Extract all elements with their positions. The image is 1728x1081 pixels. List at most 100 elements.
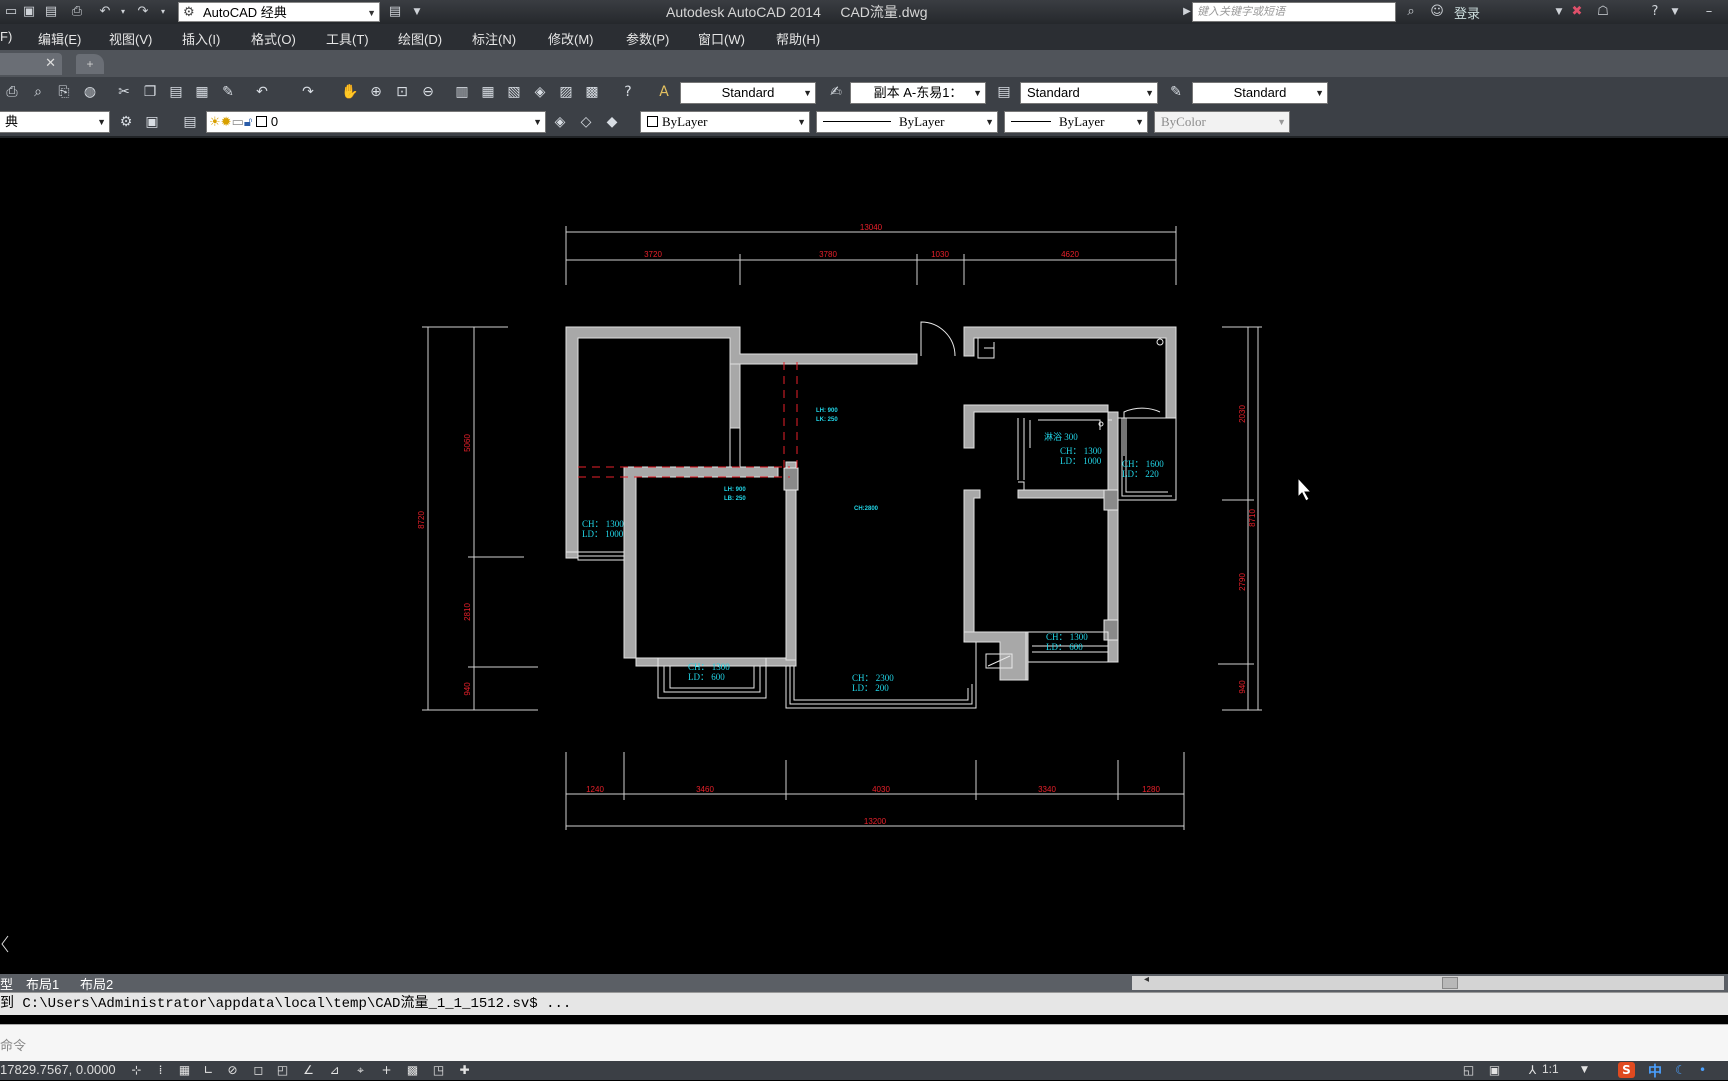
linetype-select[interactable]: ByLayer ▼ — [816, 111, 998, 133]
ime-logo-icon[interactable]: S — [1618, 1062, 1635, 1078]
save-as-icon[interactable]: ▤ — [42, 3, 60, 21]
snap-mode-icon[interactable]: ⁞ — [152, 1062, 169, 1078]
exchange-icon[interactable]: ✖ — [1568, 3, 1586, 21]
zoom-window-icon[interactable]: ⊡ — [392, 82, 412, 102]
file-tab[interactable]: ✕ — [0, 53, 62, 75]
menu-format[interactable]: 格式(O) — [251, 29, 296, 48]
tab-model[interactable]: 型 — [0, 974, 13, 993]
menu-view[interactable]: 视图(V) — [109, 29, 152, 48]
quick-view-layouts-icon[interactable]: ▣ — [1486, 1062, 1503, 1078]
calculator-icon[interactable]: ▩ — [582, 82, 602, 102]
menu-window[interactable]: 窗口(W) — [698, 29, 745, 48]
menu-draw[interactable]: 绘图(D) — [398, 29, 442, 48]
menu-dimension[interactable]: 标注(N) — [472, 29, 516, 48]
close-icon[interactable]: ✕ — [45, 55, 56, 71]
ime-punctuation-icon[interactable]: • — [1694, 1062, 1711, 1078]
cut-icon[interactable]: ✂ — [114, 82, 134, 102]
save-icon[interactable]: ▣ — [20, 3, 38, 21]
object-snap-tracking-icon[interactable]: ∠ — [300, 1062, 317, 1078]
lineweight-display-icon[interactable]: + — [378, 1062, 395, 1078]
pan-icon[interactable]: ✋ — [340, 82, 360, 102]
redo-icon[interactable]: ↷ — [134, 3, 152, 21]
match-properties-icon[interactable]: ▦ — [192, 82, 212, 102]
tab-layout1[interactable]: 布局1 — [26, 974, 59, 993]
user-icon[interactable]: ☺ — [1428, 3, 1446, 21]
object-snap-icon[interactable]: ◻ — [250, 1062, 267, 1078]
annotation-scale[interactable]: 1:1 — [1542, 1062, 1559, 1076]
help-icon[interactable]: ? — [1646, 3, 1664, 21]
tool-palettes-icon[interactable]: ▧ — [504, 82, 524, 102]
text-style-icon[interactable]: A — [654, 82, 674, 102]
help-dropdown-icon[interactable]: ▼ — [1666, 3, 1684, 21]
ime-moon-icon[interactable]: ☾ — [1672, 1062, 1689, 1078]
ortho-mode-icon[interactable]: ∟ — [200, 1062, 217, 1078]
chevron-down-icon[interactable]: ▼ — [1576, 1062, 1593, 1078]
command-input[interactable]: 命令 — [0, 1024, 1728, 1065]
minimize-icon[interactable]: – — [1700, 3, 1718, 21]
undo-dropdown-icon[interactable]: ▾ — [114, 3, 132, 21]
3d-object-snap-icon[interactable]: ◰ — [274, 1062, 291, 1078]
workspace-short-select[interactable]: 典 ▼ — [0, 111, 110, 133]
redo-icon[interactable]: ↷ — [298, 82, 318, 102]
layer-match-icon[interactable]: ◆ — [602, 112, 622, 132]
workspace-settings-icon[interactable]: ▤ — [386, 3, 404, 21]
dynamic-ucs-icon[interactable]: ⊿ — [326, 1062, 343, 1078]
3d-print-icon[interactable]: ◍ — [80, 82, 100, 102]
search-input[interactable]: 键入关键字或短语 — [1192, 2, 1396, 22]
menu-modify[interactable]: 修改(M) — [548, 29, 594, 48]
paste-icon[interactable]: ▤ — [166, 82, 186, 102]
transparency-icon[interactable]: ▩ — [404, 1062, 421, 1078]
copy-icon[interactable]: ❐ — [140, 82, 160, 102]
plot-icon[interactable]: ⎙ — [68, 3, 86, 21]
sheet-set-icon[interactable]: ◈ — [530, 82, 550, 102]
text-style-select[interactable]: Standard ▼ — [680, 82, 816, 104]
menu-parametric[interactable]: 参数(P) — [626, 29, 669, 48]
infer-constraints-icon[interactable]: ⊹ — [128, 1062, 145, 1078]
layer-select[interactable]: ☀✹▭🔓︎ 0 ▼ — [206, 111, 546, 133]
properties-icon[interactable]: ▥ — [452, 82, 472, 102]
make-current-layer-icon[interactable]: ◈ — [550, 112, 570, 132]
lineweight-select[interactable]: ByLayer ▼ — [1004, 111, 1148, 133]
zoom-previous-icon[interactable]: ⊖ — [418, 82, 438, 102]
scrollbar-thumb[interactable] — [1442, 977, 1458, 989]
menu-file[interactable]: F) — [0, 29, 12, 44]
undo-icon[interactable]: ↶ — [252, 82, 272, 102]
table-style-icon[interactable]: ▤ — [994, 82, 1014, 102]
menu-insert[interactable]: 插入(I) — [182, 29, 220, 48]
plot-preview-icon[interactable]: ⌕ — [28, 82, 48, 102]
horizontal-scrollbar[interactable]: ◂ — [1132, 974, 1724, 990]
account-dropdown-icon[interactable]: ▼ — [1550, 3, 1568, 21]
block-editor-icon[interactable]: ✎ — [218, 82, 238, 102]
layer-previous-icon[interactable]: ◇ — [576, 112, 596, 132]
selection-cycling-icon[interactable]: ✚ — [456, 1062, 473, 1078]
new-tab-button[interactable]: + — [76, 54, 104, 74]
dynamic-input-icon[interactable]: ⌖ — [352, 1062, 369, 1078]
workspace-settings-icon[interactable]: ⚙ — [116, 112, 136, 132]
polar-tracking-icon[interactable]: ⊘ — [224, 1062, 241, 1078]
layer-states-icon[interactable]: ▤ — [180, 112, 200, 132]
quick-properties-icon[interactable]: ◳ — [430, 1062, 447, 1078]
community-icon[interactable]: ☖ — [1594, 3, 1612, 21]
plot-icon[interactable]: ⎙ — [2, 82, 22, 102]
help-icon[interactable]: ? — [618, 82, 638, 102]
workspace-select[interactable]: ⚙ AutoCAD 经典 ▼ — [178, 2, 380, 22]
publish-icon[interactable]: ⎘ — [54, 82, 74, 102]
mleader-style-icon[interactable]: ✎ — [1166, 82, 1186, 102]
dim-style-select[interactable]: 副本 A-东易1： ▼ — [850, 82, 986, 104]
ime-mode[interactable]: 中 — [1648, 1061, 1662, 1081]
sign-in-link[interactable]: 登录 — [1454, 3, 1480, 22]
menu-tools[interactable]: 工具(T) — [326, 29, 369, 48]
design-center-icon[interactable]: ▦ — [478, 82, 498, 102]
undo-icon[interactable]: ↶ — [96, 3, 114, 21]
markup-icon[interactable]: ▨ — [556, 82, 576, 102]
dim-style-icon[interactable]: ✍ — [826, 82, 846, 102]
color-select[interactable]: ByLayer ▼ — [640, 111, 810, 133]
grid-display-icon[interactable]: ▦ — [176, 1062, 193, 1078]
menu-help[interactable]: 帮助(H) — [776, 29, 820, 48]
binoculars-icon[interactable]: ⌕ — [1402, 3, 1420, 21]
mleader-style-select[interactable]: Standard ▼ — [1192, 82, 1328, 104]
coordinate-readout[interactable]: 17829.7567, 0.0000 — [0, 1062, 116, 1077]
zoom-realtime-icon[interactable]: ⊕ — [366, 82, 386, 102]
floor-plan-drawing[interactable]: 13040 3720 3780 1030 4620 1240 3460 4030… — [0, 138, 1728, 974]
layer-properties-icon[interactable]: ▣ — [142, 112, 162, 132]
